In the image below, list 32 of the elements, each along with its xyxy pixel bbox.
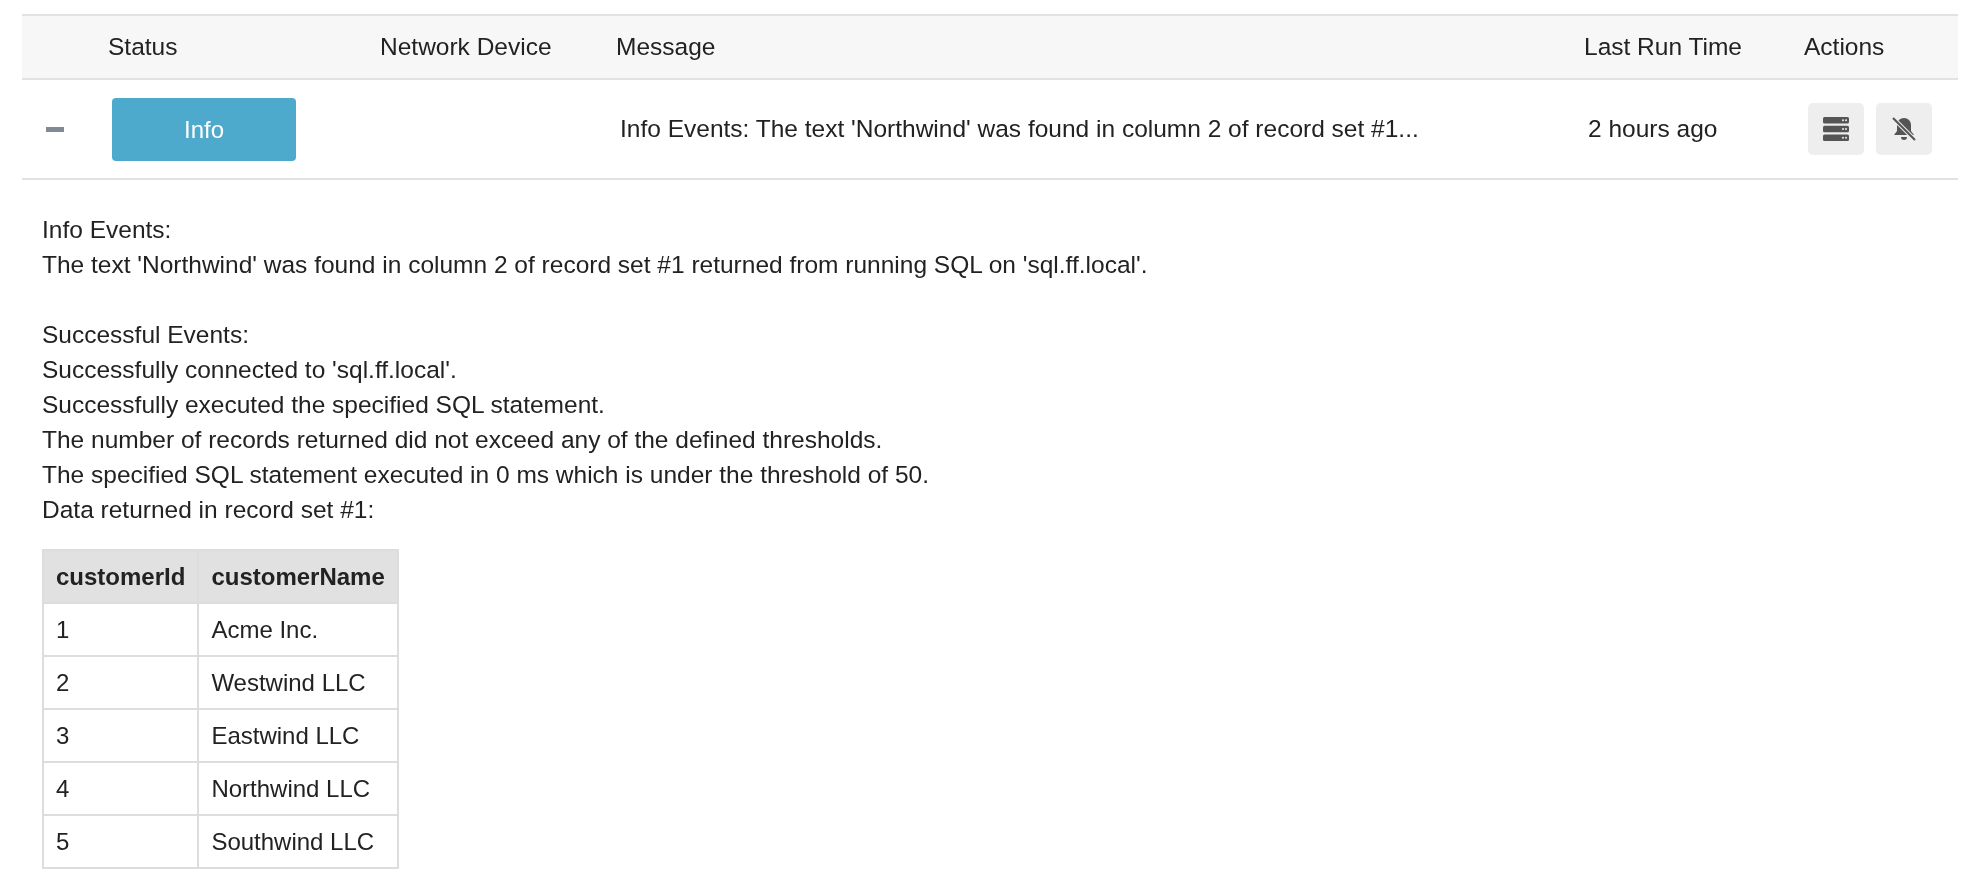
table-cell: 3 xyxy=(43,709,199,762)
column-header: Last Run Time xyxy=(1583,33,1743,61)
table-cell: 5 xyxy=(43,815,199,868)
table-cell: 1 xyxy=(43,603,199,656)
column-header: Actions xyxy=(1803,33,1886,61)
bell-slash-button[interactable] xyxy=(1876,103,1932,155)
bell-slash-icon xyxy=(1890,116,1918,142)
detail-text: The number of records returned did not exceed any of the defined thresholds. xyxy=(42,425,884,455)
column-header: customerName xyxy=(198,550,398,603)
detail-text: Info Events: xyxy=(42,215,173,245)
detail-text: Data returned in record set #1: xyxy=(42,495,376,525)
column-header: Status xyxy=(107,33,179,61)
status-badge: Info xyxy=(112,97,296,161)
table-cell: Acme Inc. xyxy=(198,603,398,656)
detail-text: Successful Events: xyxy=(42,320,250,350)
detail-text: The specified SQL statement executed in 0 ms which is under the threshold of 50. xyxy=(42,460,931,490)
table-cell: Eastwind LLC xyxy=(198,709,398,762)
time-text: 2 hours ago xyxy=(1588,115,1718,142)
table-cell: Westwind LLC xyxy=(198,656,398,709)
table-cell: Northwind LLC xyxy=(198,762,398,815)
table-cell: 2 xyxy=(43,656,199,709)
detail-text: Successfully connected to 'sql.ff.local'. xyxy=(42,355,458,385)
server-icon xyxy=(1823,117,1849,141)
detail-text: The text 'Northwind' was found in column 2 of record set #1 returned from running SQL on 'sql.ff.local'. xyxy=(42,250,1149,280)
message-text: Info Events: The text 'Northwind' was found in column 2 of record set #1... xyxy=(620,115,1419,142)
table-cell: 4 xyxy=(43,762,199,815)
column-header: customerId xyxy=(43,550,199,603)
column-header: Network Device xyxy=(379,33,553,61)
table-cell: Southwind LLC xyxy=(198,815,398,868)
server-button[interactable] xyxy=(1808,103,1864,155)
column-header: Message xyxy=(615,33,717,61)
detail-text: Successfully executed the specified SQL statement. xyxy=(42,390,606,420)
